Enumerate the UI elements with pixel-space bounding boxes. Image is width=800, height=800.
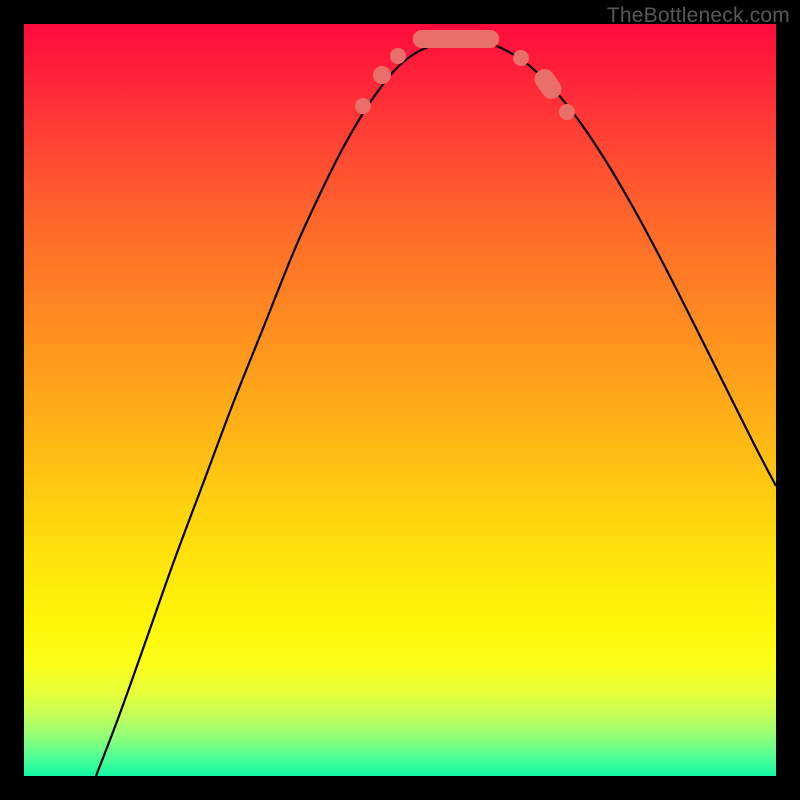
- curve-layer: [24, 24, 776, 776]
- curve-markers: [355, 30, 575, 120]
- bottleneck-curve: [96, 41, 776, 777]
- flat-segment: [413, 30, 499, 48]
- plot-area: [24, 24, 776, 776]
- chart-frame: TheBottleneck.com: [0, 0, 800, 800]
- curve-path: [96, 41, 776, 777]
- watermark-text: TheBottleneck.com: [607, 4, 790, 28]
- right-marker-1: [513, 50, 529, 66]
- left-marker-3: [390, 48, 406, 64]
- left-marker-1: [355, 98, 371, 114]
- left-marker-2: [373, 66, 391, 84]
- right-marker-3: [559, 104, 575, 120]
